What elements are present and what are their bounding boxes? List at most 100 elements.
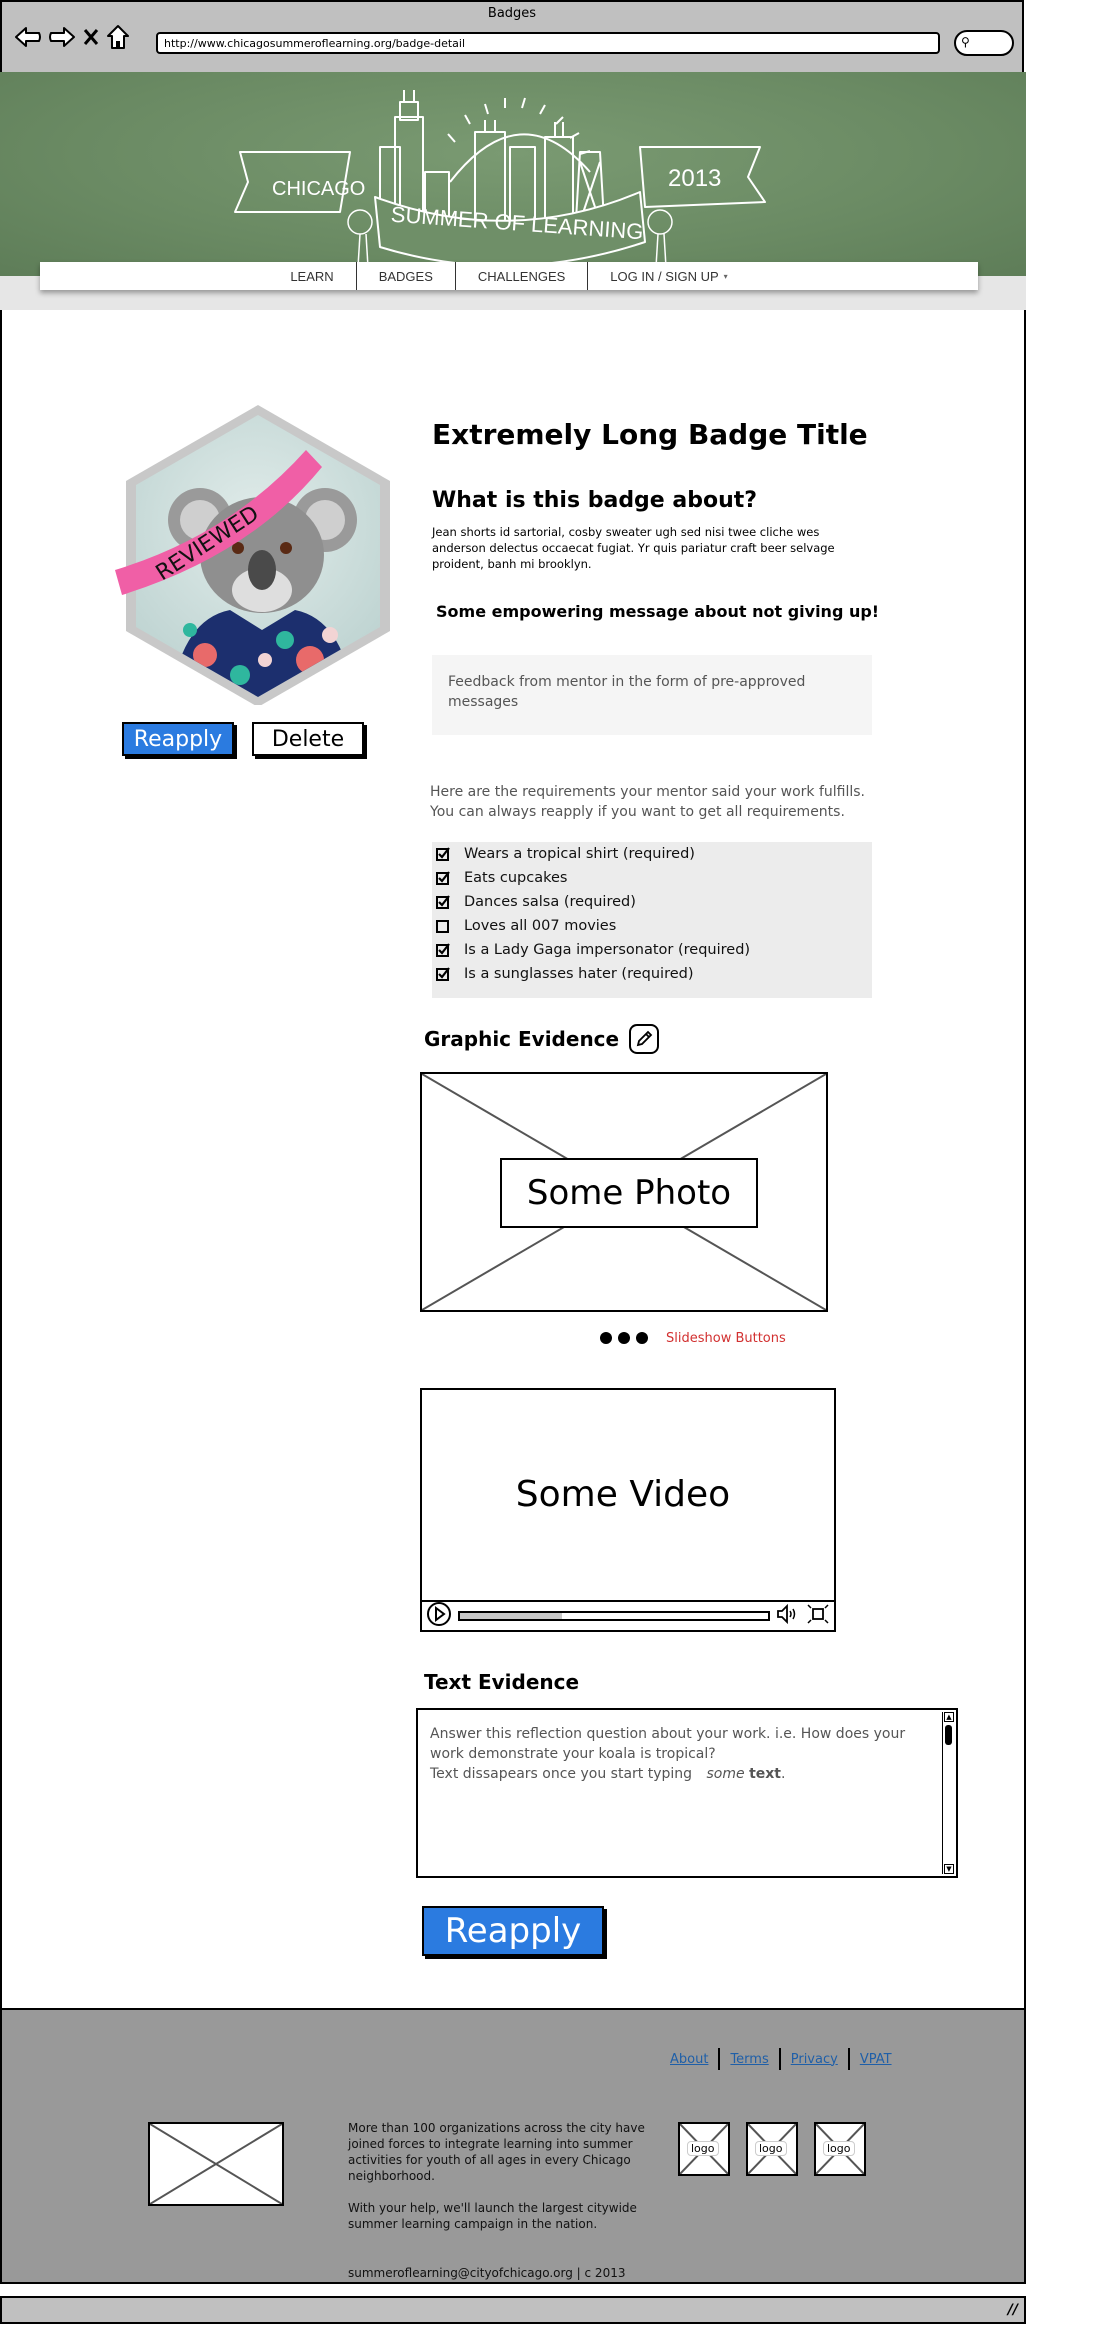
summer-of-learning-logo: CHICAGO 2013 SUMMER OF LEARNING xyxy=(234,90,766,268)
footer-blurb-1: More than 100 organizations across the c… xyxy=(348,2121,645,2183)
volume-icon[interactable] xyxy=(776,1603,800,1629)
photo-placeholder[interactable]: Some Photo xyxy=(420,1072,828,1312)
window-title: Badges xyxy=(487,6,537,21)
requirement-label: Is a sunglasses hater (required) xyxy=(464,966,694,982)
partner-logo[interactable]: logo xyxy=(678,2122,730,2176)
play-icon[interactable] xyxy=(426,1601,452,1631)
scroll-up-icon[interactable]: ▲ xyxy=(944,1712,954,1722)
delete-button[interactable]: Delete xyxy=(252,722,364,756)
requirement-item: Dances salsa (required) xyxy=(432,890,872,914)
requirement-item: Eats cupcakes xyxy=(432,866,872,890)
footer-links: About Terms Privacy VPAT xyxy=(670,2048,902,2070)
slideshow-dots xyxy=(600,1332,648,1344)
video-label: Some Video xyxy=(515,1474,731,1515)
partner-logo[interactable]: logo xyxy=(814,2122,866,2176)
scroll-thumb[interactable] xyxy=(945,1725,952,1745)
requirement-label: Is a Lady Gaga impersonator (required) xyxy=(464,942,751,958)
browser-status-bar: // xyxy=(0,2296,1026,2324)
close-x-icon[interactable] xyxy=(82,26,100,48)
footer-link-vpat[interactable]: VPAT xyxy=(850,2052,902,2067)
slide-dot[interactable] xyxy=(600,1332,612,1344)
address-bar[interactable]: http://www.chicagosummeroflearning.org/b… xyxy=(156,32,940,54)
checkbox-checked-icon[interactable] xyxy=(436,967,450,981)
checkbox-checked-icon[interactable] xyxy=(436,943,450,957)
checkbox-checked-icon[interactable] xyxy=(436,847,450,861)
forward-arrow-icon[interactable] xyxy=(48,26,76,48)
dropdown-caret-icon: ▾ xyxy=(723,271,728,281)
partner-logos: logo logo logo xyxy=(678,2122,866,2176)
placeholder-end: . xyxy=(780,1766,786,1782)
textarea-placeholder: Answer this reflection question about yo… xyxy=(430,1724,930,1784)
footer-link-about[interactable]: About xyxy=(670,2052,718,2067)
placeholder-bold: text xyxy=(749,1766,781,1782)
nav-label: LOG IN / SIGN UP xyxy=(610,268,719,284)
progress-fill xyxy=(460,1613,562,1619)
requirement-label: Loves all 007 movies xyxy=(464,918,617,934)
requirement-item: Is a Lady Gaga impersonator (required) xyxy=(432,938,872,962)
search-icon: ⚲ xyxy=(961,35,970,49)
fullscreen-icon[interactable] xyxy=(806,1603,830,1629)
placeholder-italic: some xyxy=(706,1766,745,1782)
footer-image-placeholder xyxy=(148,2122,284,2206)
requirement-item: Is a sunglasses hater (required) xyxy=(432,962,872,986)
checkbox-checked-icon[interactable] xyxy=(436,871,450,885)
footer-link-terms[interactable]: Terms xyxy=(720,2052,778,2067)
nav-badges[interactable]: BADGES xyxy=(355,262,455,290)
svg-text:2013: 2013 xyxy=(668,165,721,192)
badge-image: REVIEWED xyxy=(110,405,400,707)
mentor-feedback: Feedback from mentor in the form of pre-… xyxy=(432,655,872,735)
browser-search[interactable]: ⚲ xyxy=(954,30,1014,56)
main-nav: LEARN BADGES CHALLENGES LOG IN / SIGN UP… xyxy=(40,262,978,290)
nav-learn[interactable]: LEARN xyxy=(268,262,355,290)
slide-dot[interactable] xyxy=(618,1332,630,1344)
footer-contact: summeroflearning@cityofchicago.org | c 2… xyxy=(348,2266,626,2280)
requirement-label: Wears a tropical shirt (required) xyxy=(464,846,695,862)
video-controls xyxy=(422,1600,834,1630)
placeholder-line: Text dissapears once you start typing xyxy=(430,1766,693,1782)
home-icon[interactable] xyxy=(106,24,130,50)
requirement-label: Eats cupcakes xyxy=(464,870,568,886)
footer-blurb: More than 100 organizations across the c… xyxy=(348,2120,648,2232)
nav-label: BADGES xyxy=(378,268,433,284)
svg-text:CHICAGO: CHICAGO xyxy=(272,178,365,200)
video-player[interactable]: Some Video xyxy=(420,1388,836,1632)
about-heading: What is this badge about? xyxy=(432,488,758,513)
graphic-evidence-heading: Graphic Evidence xyxy=(424,1024,660,1054)
site-footer: About Terms Privacy VPAT More than 100 o… xyxy=(0,2008,1026,2284)
nav-label: LEARN xyxy=(290,268,334,284)
footer-link-privacy[interactable]: Privacy xyxy=(781,2052,848,2067)
reapply-submit-button[interactable]: Reapply xyxy=(422,1906,604,1956)
site-header-banner: CHICAGO 2013 SUMMER OF LEARNING xyxy=(0,72,1026,276)
reapply-button[interactable]: Reapply xyxy=(122,722,234,756)
text-evidence-heading: Text Evidence xyxy=(424,1670,580,1694)
back-arrow-icon[interactable] xyxy=(14,26,42,48)
requirements-intro: Here are the requirements your mentor sa… xyxy=(430,784,866,820)
requirements-list: Wears a tropical shirt (required) Eats cu… xyxy=(432,842,872,998)
nav-login-signup[interactable]: LOG IN / SIGN UP ▾ xyxy=(587,262,749,290)
browser-window: Badges http://www.chicagosummeroflearnin… xyxy=(0,0,1024,72)
pencil-edit-icon[interactable] xyxy=(629,1024,660,1054)
requirement-label: Dances salsa (required) xyxy=(464,894,636,910)
photo-label: Some Photo xyxy=(500,1158,758,1228)
logo-label: logo xyxy=(823,2141,855,2156)
badge-title: Extremely Long Badge Title xyxy=(432,418,868,451)
requirement-item: Wears a tropical shirt (required) xyxy=(432,842,872,866)
slide-dot[interactable] xyxy=(636,1332,648,1344)
logo-label: logo xyxy=(755,2141,787,2156)
resize-grip-icon[interactable]: // xyxy=(1008,2302,1018,2318)
logo-label: logo xyxy=(687,2141,719,2156)
scroll-down-icon[interactable]: ▼ xyxy=(944,1864,954,1874)
nav-challenges[interactable]: CHALLENGES xyxy=(454,262,587,290)
checkbox-unchecked-icon[interactable] xyxy=(436,919,450,933)
nav-label: CHALLENGES xyxy=(477,268,566,284)
video-progress-bar[interactable] xyxy=(458,1611,770,1621)
empowering-message: Some empowering message about not giving… xyxy=(436,602,880,621)
partner-logo[interactable]: logo xyxy=(746,2122,798,2176)
text-evidence-textarea[interactable]: Answer this reflection question about yo… xyxy=(416,1708,958,1878)
button-label: Reapply xyxy=(133,726,223,752)
button-label: Delete xyxy=(271,726,345,752)
textarea-scrollbar[interactable]: ▲ ▼ xyxy=(942,1712,954,1874)
placeholder-line: Answer this reflection question about yo… xyxy=(430,1726,906,1762)
checkbox-checked-icon[interactable] xyxy=(436,895,450,909)
button-label: Reapply xyxy=(444,1911,582,1951)
